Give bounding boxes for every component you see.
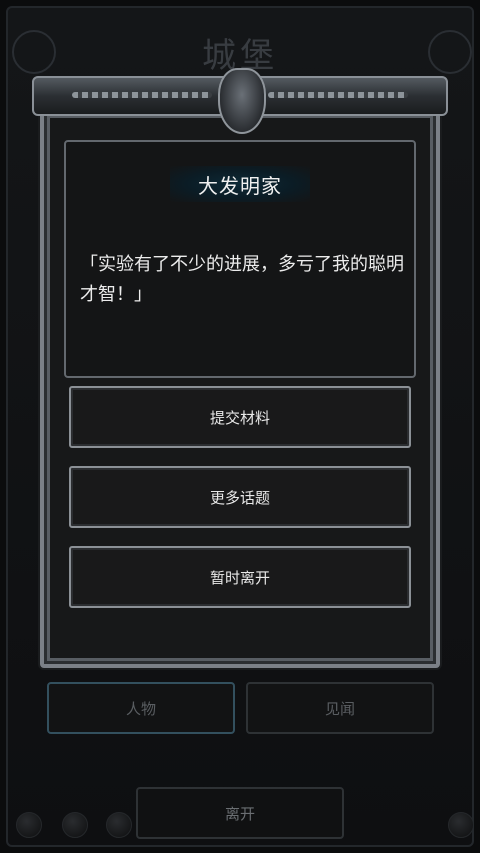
dialog-top-ornament: [32, 68, 448, 136]
submit-materials-button[interactable]: 提交材料: [69, 386, 411, 448]
tab-news[interactable]: 见闻: [246, 682, 434, 734]
leave-location-button[interactable]: 离开: [136, 787, 344, 839]
menu-orb-icon[interactable]: [16, 812, 42, 838]
leave-temporarily-button[interactable]: 暂时离开: [69, 546, 411, 608]
menu-orb-icon[interactable]: [62, 812, 88, 838]
chain-left-icon: [72, 92, 212, 98]
menu-orb-icon[interactable]: [106, 812, 132, 838]
chain-right-icon: [268, 92, 408, 98]
npc-name-plate: 大发明家: [170, 166, 310, 202]
tab-people[interactable]: 人物: [47, 682, 235, 734]
menu-orb-icon[interactable]: [448, 812, 474, 838]
more-topics-button[interactable]: 更多话题: [69, 466, 411, 528]
npc-dialog-text: 「实验有了不少的进展，多亏了我的聪明才智！」: [80, 254, 404, 305]
npc-name: 大发明家: [198, 173, 282, 198]
skull-crest-icon: [218, 68, 266, 134]
